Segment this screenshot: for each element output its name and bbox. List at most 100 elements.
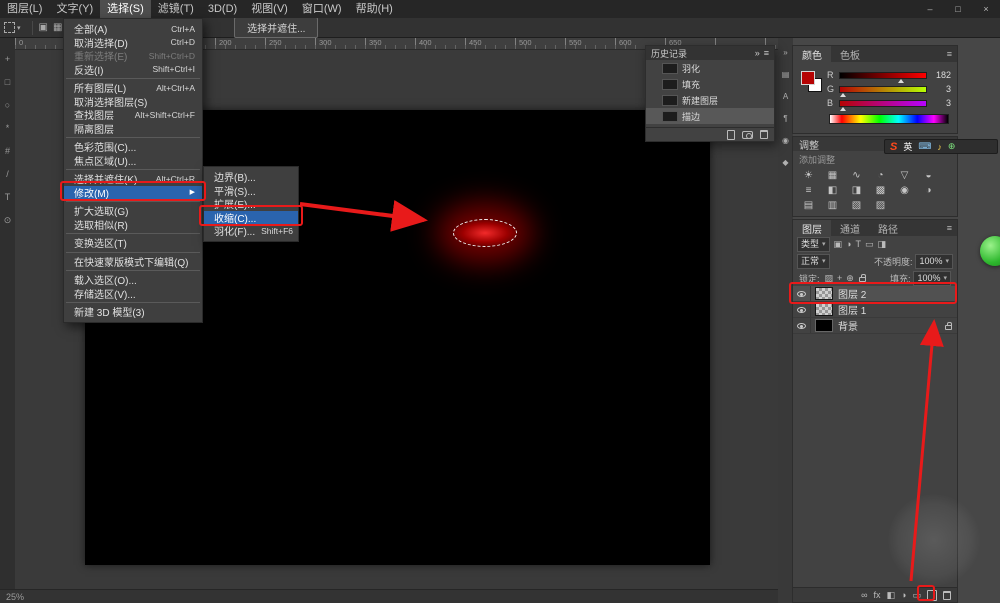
submenu-item-expand[interactable]: 扩展(E)... [204, 197, 298, 211]
color-lookup-icon[interactable]: ◉ [897, 185, 912, 196]
layer-name[interactable]: 背景 [838, 318, 945, 333]
delete-state-icon[interactable] [760, 130, 768, 139]
layer-row-background[interactable]: 背景 [793, 318, 957, 334]
layer-row-layer1[interactable]: 图层 1 [793, 302, 957, 318]
invert-icon[interactable]: ◑ [921, 185, 936, 196]
zoom-level[interactable]: 25% [6, 592, 24, 602]
menu-item-inverse[interactable]: 反选(I)Shift+Ctrl+I [64, 63, 202, 77]
new-group-icon[interactable]: ▭ [912, 590, 921, 601]
exposure-icon[interactable]: ◔ [873, 170, 888, 181]
menu-view[interactable]: 视图(V) [244, 0, 295, 18]
history-step-current[interactable]: 描边 [646, 108, 774, 124]
minimize-button[interactable]: – [916, 0, 944, 18]
layer-row-layer2[interactable]: 图层 2 [793, 286, 957, 302]
ime-keyboard-icon[interactable]: ⌨ [918, 141, 931, 152]
tab-color[interactable]: 颜色 [793, 46, 831, 62]
layer-name[interactable]: 图层 2 [838, 286, 952, 301]
ime-mode-icon[interactable]: 英 [903, 140, 912, 153]
character-panel-icon[interactable]: A [783, 92, 788, 101]
threshold-icon[interactable]: ▥ [825, 200, 840, 211]
add-to-selection-icon[interactable]: ▦ [53, 22, 62, 33]
photo-filter-icon[interactable]: ◨ [849, 185, 864, 196]
tab-paths[interactable]: 路径 [869, 220, 907, 236]
menu-help[interactable]: 帮助(H) [349, 0, 400, 18]
hue-saturation-icon[interactable]: ◒ [921, 170, 936, 181]
menu-item-select-and-mask[interactable]: 选择并遮住(K)...Alt+Ctrl+R [64, 172, 202, 186]
new-layer-button[interactable] [927, 590, 937, 601]
filter-smart-objects-icon[interactable]: ◨ [878, 239, 887, 250]
maximize-button[interactable]: □ [944, 0, 972, 18]
selective-color-icon[interactable]: ▨ [873, 200, 888, 211]
filter-shape-layers-icon[interactable]: ▭ [865, 239, 874, 250]
slider-thumb[interactable] [840, 93, 846, 97]
color-balance-icon[interactable]: ≡ [801, 185, 816, 196]
green-slider[interactable] [839, 86, 927, 93]
type-tool-icon[interactable]: T [5, 192, 11, 202]
menu-item-save-selection[interactable]: 存储选区(V)... [64, 287, 202, 301]
layer-name[interactable]: 图层 1 [838, 302, 952, 317]
ime-note-icon[interactable]: ♪ [937, 142, 942, 152]
menu-item-find-layers[interactable]: 查找图层Alt+Shift+Ctrl+F [64, 108, 202, 122]
tab-swatches[interactable]: 色板 [831, 46, 869, 62]
panel-menu-icon[interactable]: ≡ [942, 220, 957, 236]
layer-thumbnail[interactable] [815, 319, 833, 332]
menu-filter[interactable]: 滤镜(T) [151, 0, 201, 18]
new-adjustment-layer-icon[interactable]: ◑ [901, 590, 906, 601]
floating-assistant-bubble[interactable] [980, 236, 1000, 266]
history-step[interactable]: 填充 [646, 76, 774, 92]
layer-filter-kind-dropdown[interactable]: 类型 ▾ [797, 237, 830, 252]
brightness-contrast-icon[interactable]: ☀ [801, 170, 816, 181]
history-step[interactable]: 羽化 [646, 60, 774, 76]
menu-item-edit-in-quick-mask[interactable]: 在快速蒙版模式下编辑(Q) [64, 255, 202, 269]
visibility-toggle[interactable] [793, 302, 811, 317]
menu-item-deselect-layers[interactable]: 取消选择图层(S) [64, 95, 202, 109]
visibility-toggle[interactable] [793, 286, 811, 301]
ime-toolbar[interactable]: S英⌨♪⊕ [884, 139, 998, 154]
black-white-icon[interactable]: ◧ [825, 185, 840, 196]
blue-slider[interactable] [839, 100, 927, 107]
tool-preset-icon[interactable]: ▾ [4, 22, 21, 33]
lock-transparent-pixels-icon[interactable]: ▨ [825, 273, 834, 284]
menu-item-deselect[interactable]: 取消选择(D)Ctrl+D [64, 36, 202, 50]
paragraph-panel-icon[interactable]: ¶ [783, 114, 787, 123]
foreground-color-swatch[interactable] [801, 71, 815, 85]
panel-menu-icon[interactable]: ≡ [942, 46, 957, 62]
red-slider[interactable] [839, 72, 927, 79]
menu-item-transform-selection[interactable]: 变换选区(T) [64, 236, 202, 250]
clone-source-panel-icon[interactable]: ◉ [782, 136, 789, 145]
blend-mode-dropdown[interactable]: 正常 ▾ [797, 254, 830, 269]
menu-item-all-layers[interactable]: 所有图层(L)Alt+Ctrl+A [64, 81, 202, 95]
brush-tool-icon[interactable]: / [6, 169, 9, 179]
levels-icon[interactable]: ▦ [825, 170, 840, 181]
tab-layers[interactable]: 图层 [793, 220, 831, 236]
layer-thumbnail[interactable] [815, 303, 833, 316]
slider-thumb[interactable] [898, 79, 904, 83]
new-snapshot-icon[interactable] [742, 131, 753, 139]
layer-style-icon[interactable]: fx [874, 590, 881, 601]
lasso-tool-icon[interactable]: ○ [5, 100, 10, 110]
slider-thumb[interactable] [840, 107, 846, 111]
move-tool-icon[interactable]: + [5, 54, 10, 64]
expand-panels-icon[interactable]: » [783, 48, 787, 57]
menu-item-new-3d-extrusion[interactable]: 新建 3D 模型(3) [64, 305, 202, 319]
menu-item-grow[interactable]: 扩大选取(G) [64, 204, 202, 218]
menu-item-color-range[interactable]: 色彩范围(C)... [64, 140, 202, 154]
panel-menu-icon[interactable]: ≡ [764, 48, 769, 58]
menu-layer[interactable]: 图层(L) [0, 0, 49, 18]
menu-window[interactable]: 窗口(W) [295, 0, 349, 18]
lock-position-icon[interactable]: ⊕ [846, 273, 854, 284]
blue-value[interactable]: 3 [931, 98, 951, 108]
zoom-tool-icon[interactable]: ⊙ [4, 215, 12, 226]
channel-mixer-icon[interactable]: ▩ [873, 185, 888, 196]
layer-thumbnail[interactable] [815, 287, 833, 300]
menu-select[interactable]: 选择(S) [100, 0, 151, 18]
menu-3d[interactable]: 3D(D) [201, 0, 244, 18]
magic-wand-tool-icon[interactable]: * [6, 123, 10, 133]
submenu-item-contract[interactable]: 收缩(C)... [204, 211, 298, 225]
menu-item-modify[interactable]: 修改(M)▶ [64, 186, 202, 200]
submenu-item-smooth[interactable]: 平滑(S)... [204, 184, 298, 198]
menu-type[interactable]: 文字(Y) [49, 0, 100, 18]
curves-icon[interactable]: ∿ [849, 170, 864, 181]
delete-layer-button[interactable] [943, 591, 951, 600]
fill-dropdown[interactable]: 100% ▾ [913, 271, 951, 286]
